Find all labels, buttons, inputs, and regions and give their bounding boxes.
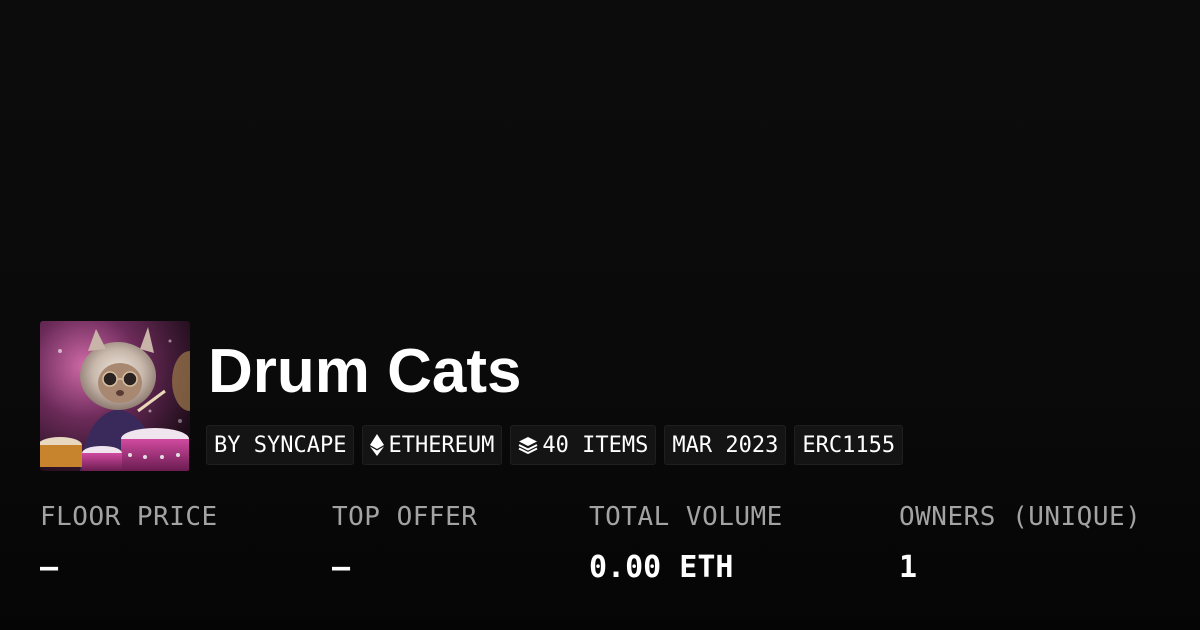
items-label: 40 ITEMS [542,432,649,458]
collection-meta: Drum Cats BY SYNCAPE ETHEREUM 40 ITEMS M… [206,321,904,471]
creator-label: BY SYNCAPE [214,432,347,458]
chain-chip[interactable]: ETHEREUM [362,425,503,465]
creator-chip[interactable]: BY SYNCAPE [206,425,355,465]
owners-stat: OWNERS (UNIQUE) 1 [899,502,1141,585]
collection-stats: FLOOR PRICE – TOP OFFER – TOTAL VOLUME 0… [0,502,1200,602]
standard-label: ERC1155 [802,432,896,458]
date-label: MAR 2023 [672,432,779,458]
top-offer-label: TOP OFFER [332,502,478,532]
collection-chips: BY SYNCAPE ETHEREUM 40 ITEMS MAR 2023 ER… [206,425,904,465]
floor-price-value: – [40,550,59,585]
chain-label: ETHEREUM [388,432,495,458]
collection-avatar [40,321,190,471]
collection-title: Drum Cats [208,337,522,406]
owners-label: OWNERS (UNIQUE) [899,502,1142,532]
top-offer-value: – [332,550,351,585]
top-offer-stat: TOP OFFER – [332,502,477,585]
layers-icon [518,435,538,455]
standard-chip: ERC1155 [794,425,904,465]
floor-price-label: FLOOR PRICE [40,502,218,532]
floor-price-stat: FLOOR PRICE – [40,502,218,585]
collection-card: Drum Cats BY SYNCAPE ETHEREUM 40 ITEMS M… [0,0,1200,630]
collection-header: Drum Cats BY SYNCAPE ETHEREUM 40 ITEMS M… [40,321,904,471]
date-chip: MAR 2023 [664,425,787,465]
total-volume-stat: TOTAL VOLUME 0.00 ETH [589,502,783,585]
owners-value: 1 [899,550,918,585]
total-volume-label: TOTAL VOLUME [589,502,783,532]
cat-drummer-image [40,321,190,471]
items-chip[interactable]: 40 ITEMS [510,425,657,465]
ethereum-icon [370,434,385,456]
total-volume-value: 0.00 ETH [589,550,734,585]
